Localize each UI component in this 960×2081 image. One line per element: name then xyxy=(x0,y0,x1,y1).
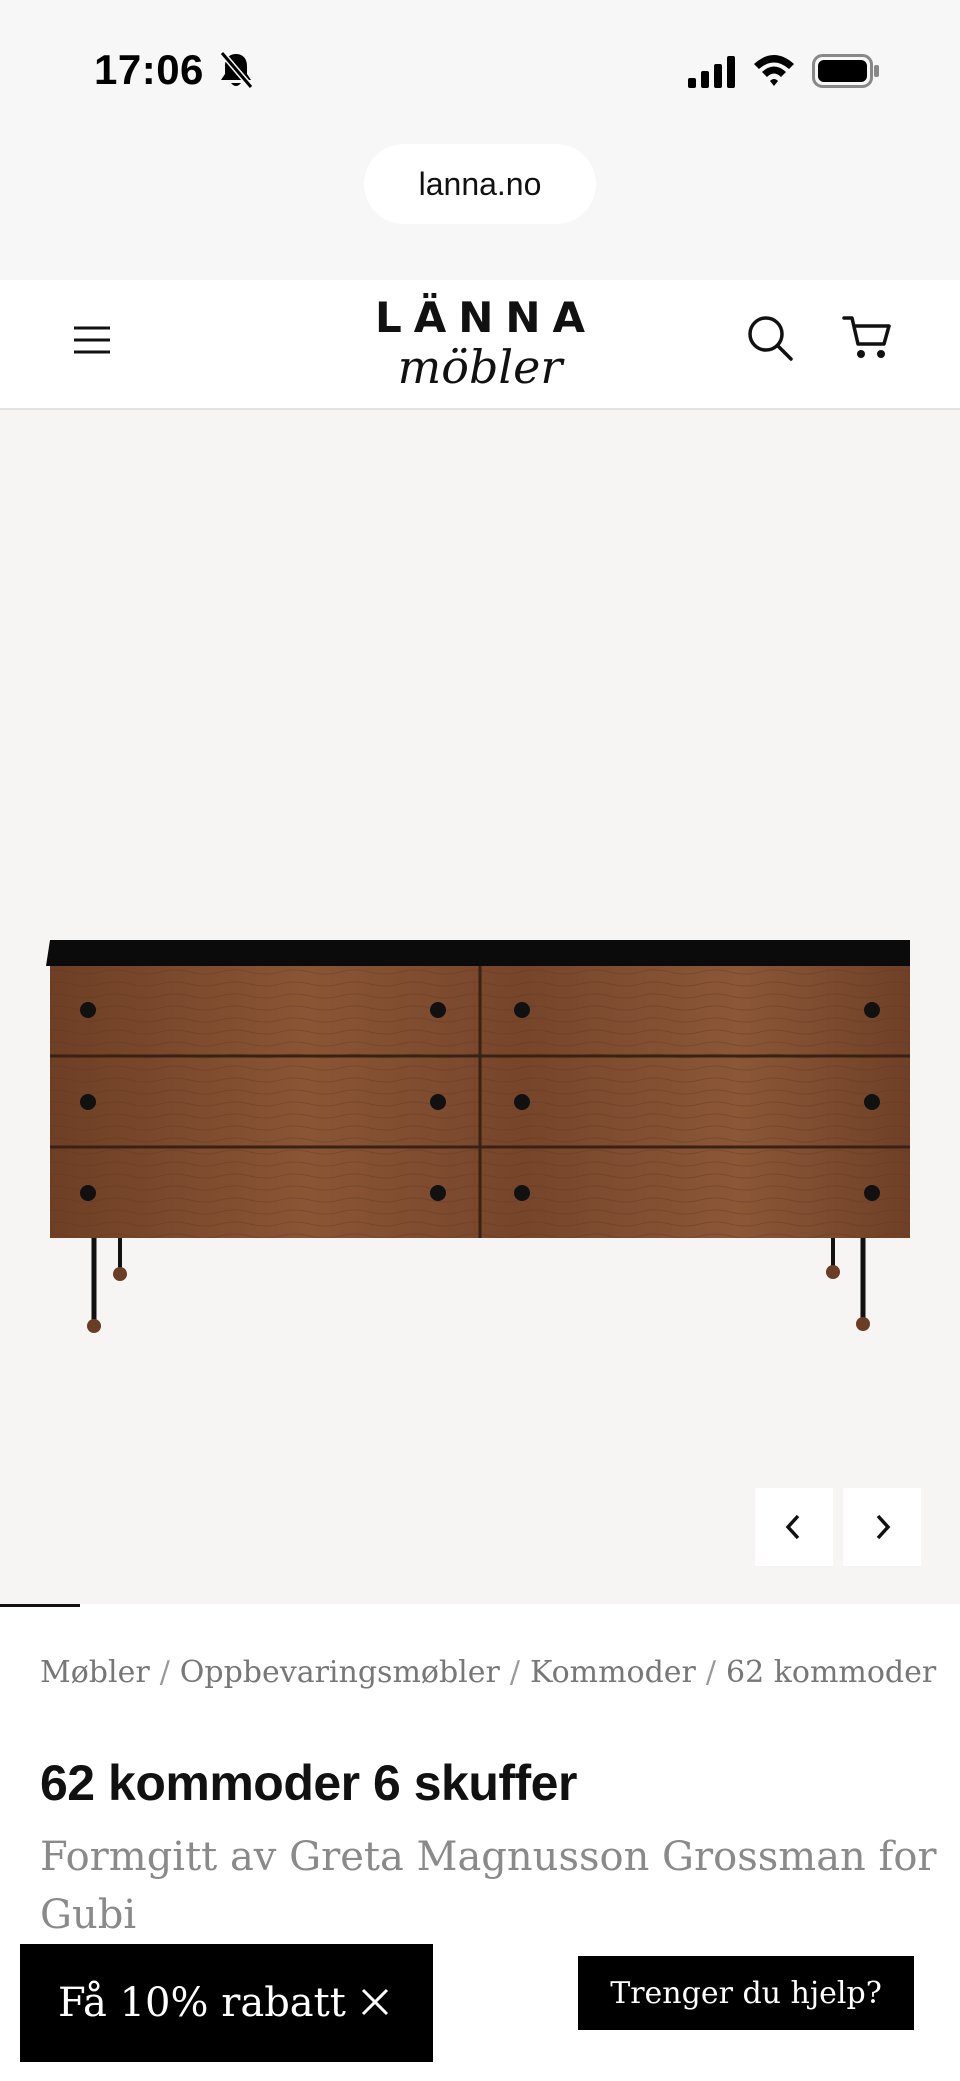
breadcrumb-item-current[interactable]: 62 kommoder xyxy=(726,1655,936,1690)
signal-icon xyxy=(688,56,735,88)
logo-bottom-text: möbler xyxy=(397,340,563,394)
menu-icon[interactable] xyxy=(72,320,112,360)
breadcrumb-item-oppbevaringsmobler[interactable]: Oppbevaringsmøbler xyxy=(180,1655,500,1690)
status-bar: 17:06 xyxy=(0,0,960,140)
product-gallery xyxy=(0,410,960,1607)
breadcrumb-separator: / xyxy=(159,1655,170,1690)
chevron-right-icon xyxy=(876,1514,891,1540)
logo-top-text: LÄNNA xyxy=(374,293,598,342)
product-title: 62 kommoder 6 skuffer xyxy=(40,1755,577,1811)
site-header: LÄNNA möbler xyxy=(0,280,960,410)
product-subtitle: Formgitt av Greta Magnusson Grossman for… xyxy=(40,1834,937,1938)
breadcrumb-separator: / xyxy=(509,1655,520,1690)
cart-icon[interactable] xyxy=(842,312,892,362)
bell-muted-icon xyxy=(219,51,254,89)
status-time: 17:06 xyxy=(94,46,204,93)
product-image-dresser[interactable] xyxy=(40,930,920,1360)
site-logo[interactable]: LÄNNA möbler xyxy=(330,292,630,402)
help-button[interactable]: Trenger du hjelp? xyxy=(578,1956,914,2030)
battery-icon xyxy=(812,54,879,88)
search-icon[interactable] xyxy=(746,314,794,362)
chevron-left-icon xyxy=(785,1514,800,1540)
url-bar[interactable]: lanna.no xyxy=(364,144,596,224)
breadcrumb-item-kommoder[interactable]: Kommoder xyxy=(530,1655,696,1690)
gallery-next-button[interactable] xyxy=(843,1488,921,1566)
gallery-progress-indicator xyxy=(0,1604,80,1607)
discount-label[interactable]: Få 10% rabatt xyxy=(58,1980,346,2026)
breadcrumb-item-mobler[interactable]: Møbler xyxy=(40,1655,150,1690)
gallery-prev-button[interactable] xyxy=(755,1488,833,1566)
breadcrumb-separator: / xyxy=(705,1655,717,1690)
discount-popup[interactable]: Få 10% rabatt xyxy=(20,1944,433,2062)
wifi-icon xyxy=(754,55,794,86)
close-icon[interactable] xyxy=(357,1984,393,2020)
breadcrumb: Møbler / Oppbevaringsmøbler / Kommoder / 62 ko… xyxy=(40,1655,936,1690)
browser-url-area: lanna.no xyxy=(0,140,960,280)
